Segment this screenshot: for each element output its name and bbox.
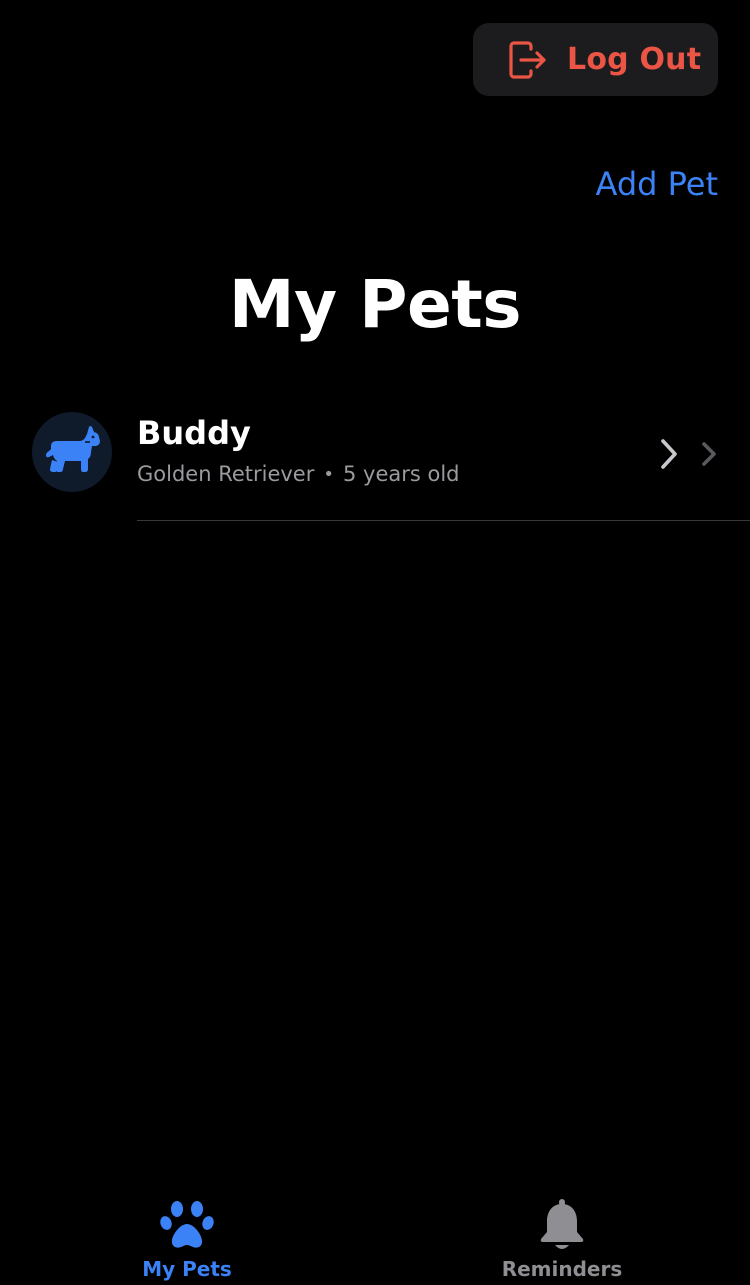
chevron-right-icon	[657, 436, 681, 472]
logout-button[interactable]: Log Out	[473, 23, 718, 96]
disclosure-chevron-icon	[699, 440, 719, 468]
tab-reminders[interactable]: Reminders	[462, 1185, 662, 1285]
tab-label: Reminders	[501, 1257, 623, 1281]
pet-list-item[interactable]: Buddy Golden Retriever • 5 years old	[0, 402, 750, 522]
screen: Log Out Add Pet My Pets Buddy Golden Ret…	[0, 0, 750, 1285]
pet-avatar	[32, 412, 112, 492]
bell-icon	[534, 1197, 590, 1253]
tab-my-pets[interactable]: My Pets	[87, 1185, 287, 1285]
page-title: My Pets	[228, 266, 522, 343]
dog-icon	[43, 424, 101, 480]
tab-label: My Pets	[142, 1257, 232, 1281]
pet-age: 5 years old	[343, 462, 460, 486]
tab-bar: My Pets Reminders	[0, 1185, 750, 1285]
list-divider	[137, 520, 750, 521]
pet-name: Buddy	[137, 414, 251, 452]
pet-breed: Golden Retriever	[137, 462, 315, 486]
logout-label: Log Out	[567, 42, 702, 77]
add-pet-button[interactable]: Add Pet	[595, 165, 718, 203]
logout-icon	[507, 40, 547, 80]
detail-separator: •	[323, 463, 334, 485]
paw-icon	[159, 1197, 215, 1253]
pet-details: Golden Retriever • 5 years old	[137, 462, 460, 486]
